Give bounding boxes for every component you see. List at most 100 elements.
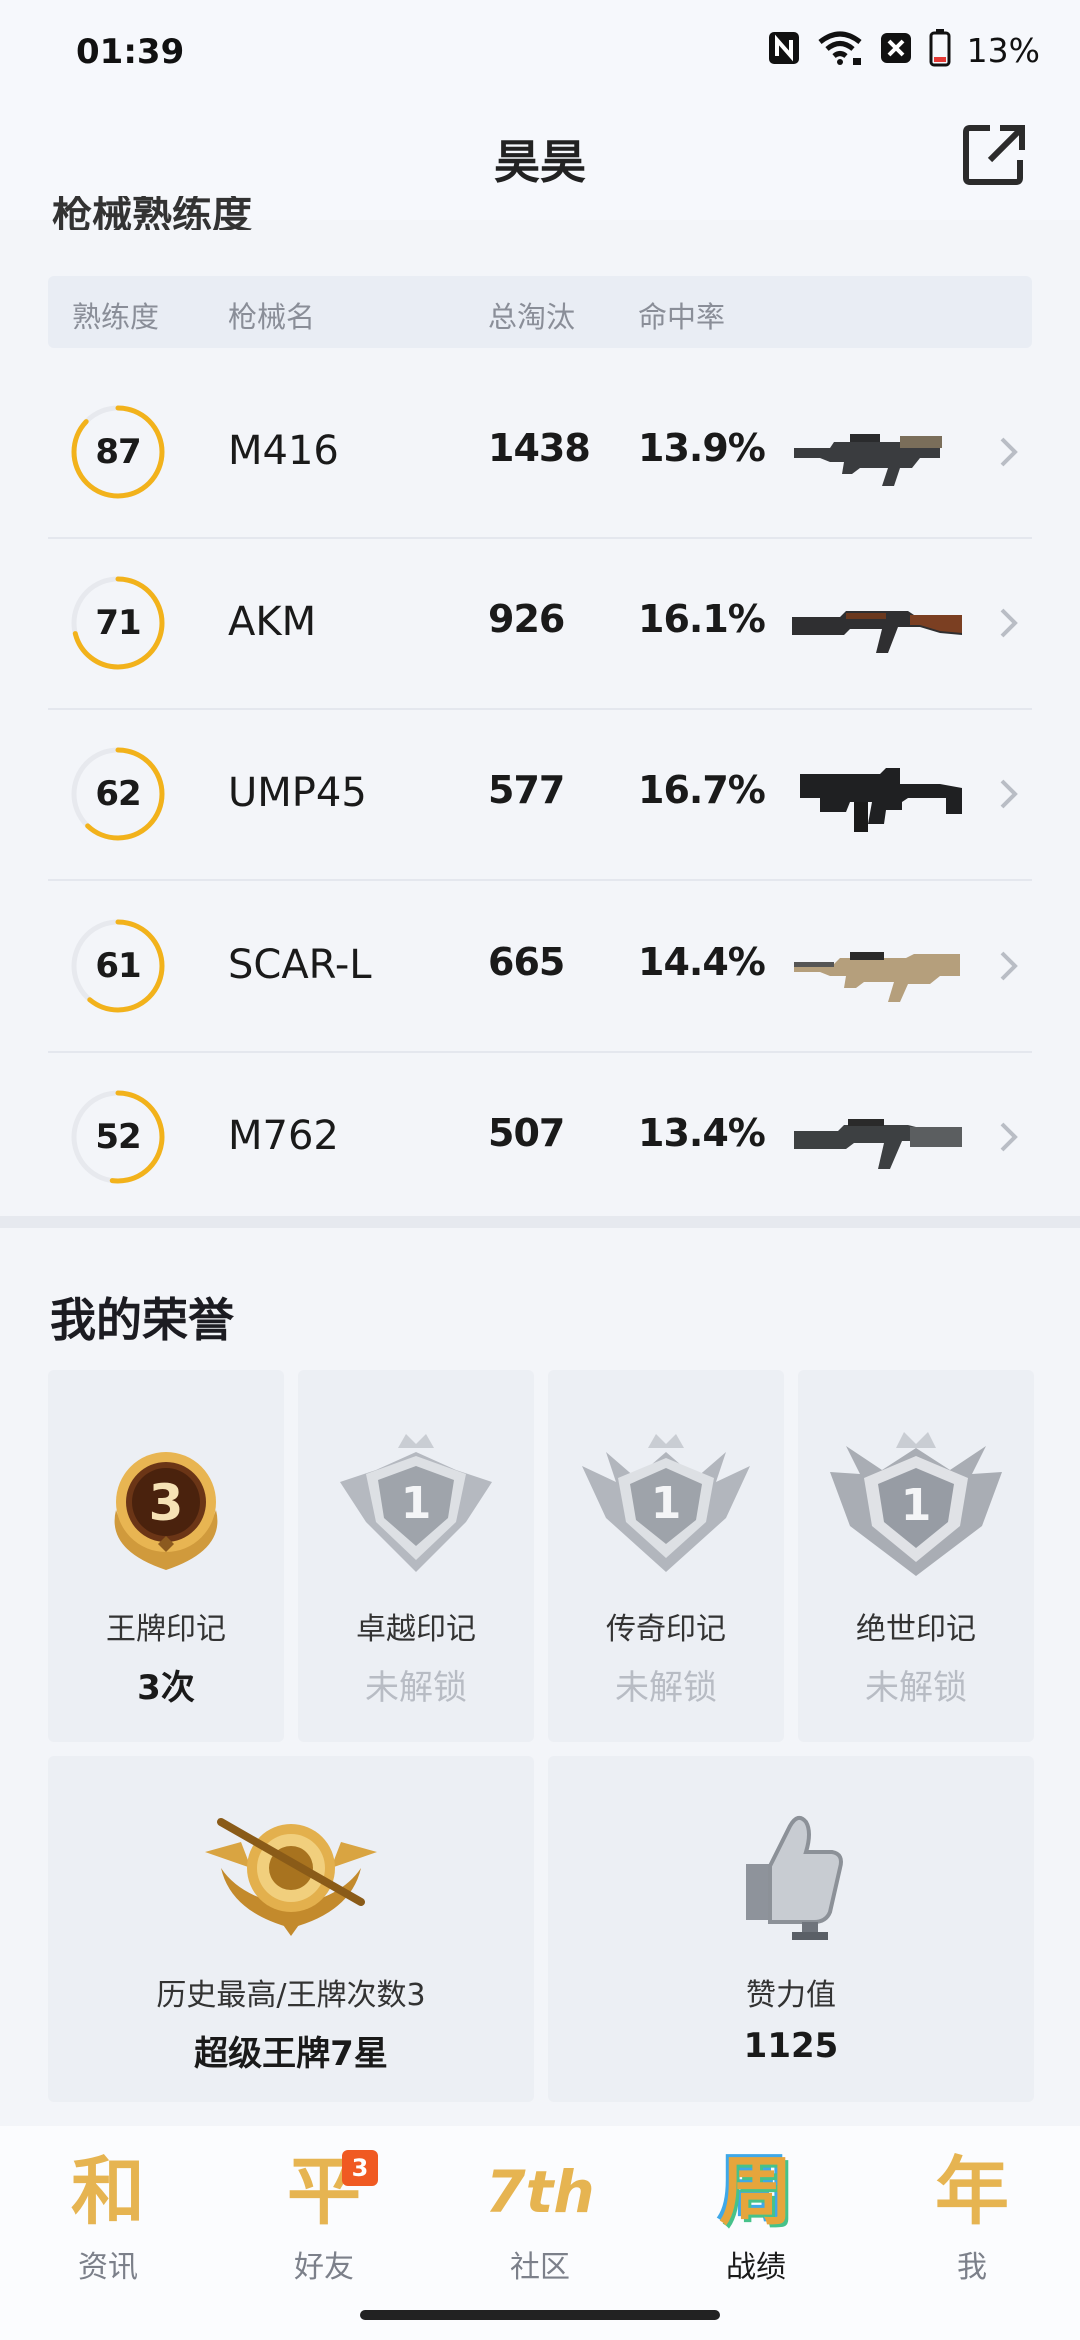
history-best-value: 超级王牌7星 — [194, 2034, 388, 2074]
honor-card-excellence[interactable]: 1 卓越印记 未解锁 — [298, 1370, 534, 1742]
me-tab-icon: 年 — [935, 2149, 1009, 2235]
weapon-name: SCAR-L — [228, 942, 372, 988]
hit-rate: 13.4% — [638, 1111, 766, 1155]
chevron-right-icon — [1000, 1122, 1018, 1152]
thumbs-up-icon — [746, 1815, 843, 1940]
section-divider — [0, 1216, 1080, 1228]
nfc-icon — [767, 30, 801, 70]
hit-rate: 14.4% — [638, 940, 766, 984]
proficiency-value: 62 — [95, 774, 141, 814]
honor-label: 传奇印记 — [606, 1612, 726, 1647]
honor-label: 绝世印记 — [856, 1612, 976, 1647]
proficiency-value: 61 — [95, 946, 141, 986]
nav-label: 社区 — [510, 2250, 570, 2285]
col-total-kills: 总淘汰 — [488, 300, 576, 334]
history-best-label: 历史最高/王牌次数3 — [156, 1978, 426, 2013]
share-button[interactable] — [960, 120, 1030, 190]
col-weapon-name: 枪械名 — [228, 300, 316, 334]
nav-item-stats[interactable]: 周 战绩 — [676, 2144, 836, 2304]
weapon-row[interactable]: 87 M416 1438 13.9% — [48, 366, 1032, 539]
svg-text:3: 3 — [149, 1474, 184, 1532]
weapon-image-icon — [794, 952, 960, 1002]
chevron-right-icon — [1000, 951, 1018, 981]
honor-value: 未解锁 — [365, 1668, 467, 1708]
total-kills: 1438 — [488, 426, 591, 470]
honor-title: 我的荣誉 — [50, 1293, 234, 1347]
weapon-name: UMP45 — [228, 770, 367, 816]
ace-rank-badge-icon — [205, 1818, 377, 1936]
battery-icon — [929, 29, 951, 71]
proficiency-value: 52 — [95, 1117, 141, 1157]
weapon-image-icon — [792, 611, 962, 653]
weapon-row[interactable]: 52 M762 507 13.4% — [48, 1051, 1032, 1222]
weapon-name: AKM — [228, 599, 317, 645]
weapon-row[interactable]: 71 AKM 926 16.1% — [48, 537, 1032, 710]
weapon-image-icon — [800, 768, 962, 832]
total-kills: 577 — [488, 768, 565, 812]
hit-rate: 13.9% — [638, 426, 766, 470]
honor-value: 3次 — [137, 1668, 195, 1708]
legend-mark-badge-icon: 1 — [582, 1434, 750, 1572]
home-indicator[interactable] — [360, 2310, 720, 2320]
news-tab-icon: 和 — [71, 2149, 145, 2235]
weapon-table-header: 熟练度 枪械名 总淘汰 命中率 — [48, 276, 1032, 348]
proficiency-value: 87 — [95, 432, 141, 472]
nav-item-news[interactable]: 和 资讯 — [28, 2144, 188, 2304]
likes-value: 1125 — [743, 2026, 839, 2066]
stats-tab-icon: 周 — [719, 2149, 793, 2235]
nav-item-me[interactable]: 年 我 — [892, 2144, 1052, 2304]
chevron-right-icon — [1000, 608, 1018, 638]
proficiency-value: 71 — [95, 603, 141, 643]
chevron-right-icon — [1000, 437, 1018, 467]
sim-off-icon — [879, 31, 913, 69]
hit-rate: 16.1% — [638, 597, 766, 641]
honor-card-history-best[interactable]: 历史最高/王牌次数3 超级王牌7星 — [48, 1756, 534, 2102]
nav-label: 资讯 — [78, 2250, 138, 2285]
svg-text:1: 1 — [401, 1478, 432, 1529]
peerless-mark-badge-icon: 1 — [830, 1432, 1002, 1576]
honor-value: 未解锁 — [865, 1668, 967, 1708]
nav-item-friends[interactable]: 平 3 好友 — [244, 2144, 404, 2304]
status-bar: 01:39 13% — [0, 0, 1080, 100]
weapon-image-icon — [794, 434, 942, 486]
honor-card-legend[interactable]: 1 传奇印记 未解锁 — [548, 1370, 784, 1742]
nav-item-community[interactable]: 7th 社区 — [460, 2144, 620, 2304]
wifi-icon — [817, 30, 863, 70]
friends-tab-icon: 平 — [287, 2149, 361, 2235]
excellence-mark-badge-icon: 1 — [340, 1434, 492, 1572]
notification-badge: 3 — [342, 2150, 378, 2186]
hit-rate: 16.7% — [638, 768, 766, 812]
nav-label: 我 — [957, 2250, 987, 2285]
total-kills: 926 — [488, 597, 565, 641]
weapon-name: M416 — [228, 428, 339, 474]
ace-mark-badge-icon: 3 — [114, 1452, 218, 1570]
nav-label: 战绩 — [726, 2250, 786, 2285]
community-tab-icon: 7th — [485, 2158, 595, 2226]
weapon-row[interactable]: 61 SCAR-L 665 14.4% — [48, 880, 1032, 1053]
battery-percent: 13% — [966, 30, 1040, 70]
weapon-image-icon — [794, 1119, 962, 1169]
status-time: 01:39 — [76, 32, 185, 72]
col-hit-rate: 命中率 — [638, 300, 726, 334]
honor-card-peerless[interactable]: 1 绝世印记 未解锁 — [798, 1370, 1034, 1742]
honor-label: 王牌印记 — [106, 1612, 226, 1647]
share-icon — [963, 125, 1025, 185]
svg-text:1: 1 — [651, 1478, 682, 1529]
total-kills: 665 — [488, 940, 565, 984]
chevron-right-icon — [1000, 779, 1018, 809]
col-proficiency: 熟练度 — [72, 300, 160, 334]
total-kills: 507 — [488, 1111, 565, 1155]
bottom-nav: 和 资讯 平 3 好友 7th 社区 周 战绩 年 我 — [0, 2126, 1080, 2340]
honor-label: 卓越印记 — [356, 1612, 476, 1647]
honor-value: 未解锁 — [615, 1668, 717, 1708]
section-title-peek: 枪械熟练度 — [52, 196, 252, 230]
honor-card-likes[interactable]: 赞力值 1125 — [548, 1756, 1034, 2102]
weapon-row[interactable]: 62 UMP45 577 16.7% — [48, 708, 1032, 881]
svg-text:1: 1 — [901, 1480, 932, 1531]
weapon-name: M762 — [228, 1113, 339, 1159]
nav-label: 好友 — [294, 2250, 354, 2285]
likes-label: 赞力值 — [746, 1978, 836, 2013]
status-icons: 13% — [767, 28, 1040, 72]
page-title: 昊昊 — [494, 135, 586, 189]
honor-card-ace[interactable]: 3 王牌印记 3次 — [48, 1370, 284, 1742]
